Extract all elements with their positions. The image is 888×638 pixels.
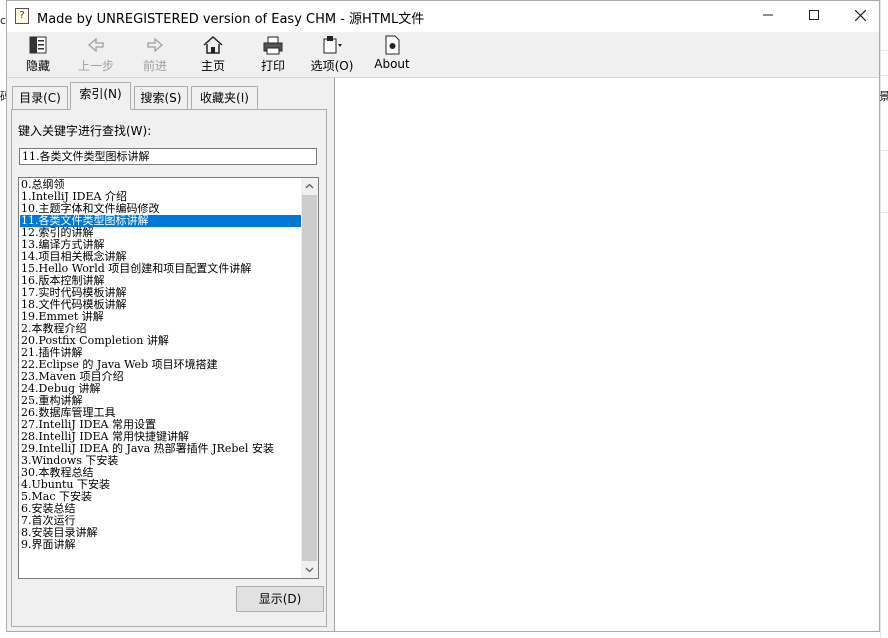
about-button[interactable]: About [370, 34, 414, 74]
index-list-item[interactable]: 13.编译方式讲解 [20, 239, 301, 251]
topic-content-pane[interactable] [334, 78, 879, 631]
options-button[interactable]: 选项(O) [308, 34, 356, 74]
index-list-item[interactable]: 15.Hello World 项目创建和项目配置文件讲解 [20, 263, 301, 275]
home-icon [203, 35, 223, 54]
index-list-item[interactable]: 10.主题字体和文件编码修改 [20, 203, 301, 215]
maximize-button[interactable] [791, 1, 837, 31]
index-list-item[interactable]: 0.总纲领 [20, 179, 301, 191]
about-document-icon [385, 35, 400, 55]
toolbar: 隐藏 上一步 前进 主页 打印 选项(O) About [7, 32, 879, 78]
chevron-down-icon [305, 567, 314, 573]
tab-index[interactable]: 索引(N) [70, 82, 131, 110]
index-list-item[interactable]: 8.安装目录讲解 [20, 527, 301, 539]
forward-button[interactable]: 前进 [135, 34, 175, 74]
background-divider [880, 150, 888, 151]
close-button[interactable] [837, 1, 883, 31]
background-divider [880, 50, 888, 51]
index-listbox[interactable]: 0.总纲领 1.IntelliJ IDEA 介绍 10.主题字体和文件编码修改 11.… [18, 177, 319, 579]
index-list: 0.总纲领 1.IntelliJ IDEA 介绍 10.主题字体和文件编码修改 11.… [20, 179, 301, 551]
back-label: 上一步 [77, 59, 114, 73]
index-list-item[interactable]: 9.界面讲解 [20, 539, 301, 551]
index-list-item[interactable]: 20.Postfix Completion 讲解 [20, 335, 301, 347]
home-label: 主页 [200, 59, 225, 73]
chevron-up-icon [305, 183, 314, 189]
chm-viewer-window: ? Made by UNREGISTERED version of Easy C… [6, 0, 880, 632]
window-title: Made by UNREGISTERED version of Easy CHM… [37, 12, 425, 27]
tab-search[interactable]: 搜索(S) [134, 86, 188, 109]
chm-app-icon: ? [15, 8, 29, 24]
print-button[interactable]: 打印 [253, 34, 293, 74]
index-list-item[interactable]: 24.Debug 讲解 [20, 383, 301, 395]
tab-favorites[interactable]: 收藏夹(I) [191, 86, 258, 109]
index-list-item[interactable]: 4.Ubuntu 下安装 [20, 479, 301, 491]
back-arrow-icon [88, 37, 104, 53]
show-button[interactable]: 显示(D) [236, 586, 324, 612]
title-bar[interactable]: ? Made by UNREGISTERED version of Easy C… [7, 1, 879, 32]
hide-pane-icon [29, 36, 47, 54]
index-list-item[interactable]: 27.IntelliJ IDEA 常用设置 [20, 419, 301, 431]
index-list-item[interactable]: 23.Maven 项目介绍 [20, 371, 301, 383]
index-list-item[interactable]: 30.本教程总结 [20, 467, 301, 479]
index-list-item[interactable]: 26.数据库管理工具 [20, 407, 301, 419]
background-divider [880, 75, 888, 76]
index-list-item[interactable]: 5.Mac 下安装 [20, 491, 301, 503]
options-icon [323, 36, 342, 54]
index-list-item[interactable]: 25.重构讲解 [20, 395, 301, 407]
index-list-item[interactable]: 18.文件代码模板讲解 [20, 299, 301, 311]
navigation-pane: 目录(C) 索引(N) 搜索(S) 收藏夹(I) 键入关键字进行查找(W): 1… [7, 78, 329, 631]
index-tab-panel: 键入关键字进行查找(W): 11.各类文件类型图标讲解 0.总纲领 1.Intel… [11, 109, 327, 627]
index-list-item[interactable]: 16.版本控制讲解 [20, 275, 301, 287]
index-list-item[interactable]: 11.各类文件类型图标讲解 [20, 215, 301, 227]
vertical-scrollbar[interactable] [301, 178, 318, 578]
minimize-icon [763, 14, 773, 16]
index-list-item[interactable]: 14.项目相关概念讲解 [20, 251, 301, 263]
index-list-item[interactable]: 3.Windows 下安装 [20, 455, 301, 467]
hide-label: 隐藏 [25, 59, 50, 73]
index-list-item[interactable]: 7.首次运行 [20, 515, 301, 527]
maximize-icon [809, 10, 819, 20]
index-list-item[interactable]: 22.Eclipse 的 Java Web 项目环境搭建 [20, 359, 301, 371]
tab-contents[interactable]: 目录(C) [12, 86, 68, 109]
forward-arrow-icon [147, 37, 163, 53]
minimize-button[interactable] [745, 1, 791, 31]
index-list-item[interactable]: 28.IntelliJ IDEA 常用快捷键讲解 [20, 431, 301, 443]
index-list-item[interactable]: 29.IntelliJ IDEA 的 Java 热部署插件 JRebel 安装 [20, 443, 301, 455]
close-icon [854, 9, 866, 22]
keyword-label: 键入关键字进行查找(W): [18, 124, 152, 138]
index-list-item[interactable]: 12.索引的讲解 [20, 227, 301, 239]
index-list-item[interactable]: 21.插件讲解 [20, 347, 301, 359]
about-label: About [374, 57, 410, 71]
options-label: 选项(O) [310, 59, 354, 73]
home-button[interactable]: 主页 [193, 34, 233, 74]
printer-icon [263, 36, 283, 55]
index-list-item[interactable]: 6.安装总结 [20, 503, 301, 515]
index-list-item[interactable]: 1.IntelliJ IDEA 介绍 [20, 191, 301, 203]
index-list-item[interactable]: 19.Emmet 讲解 [20, 311, 301, 323]
background-divider [880, 212, 888, 213]
hide-button[interactable]: 隐藏 [19, 34, 57, 74]
background-window-edge: 景 [879, 90, 888, 103]
print-label: 打印 [260, 59, 285, 73]
keyword-input[interactable]: 11.各类文件类型图标讲解 [19, 148, 317, 165]
index-list-item[interactable]: 2.本教程介绍 [20, 323, 301, 335]
back-button[interactable]: 上一步 [73, 34, 119, 74]
scroll-down-button[interactable] [301, 561, 318, 578]
scrollbar-thumb[interactable] [302, 195, 317, 561]
scroll-up-button[interactable] [301, 178, 318, 195]
forward-label: 前进 [142, 59, 167, 73]
index-list-item[interactable]: 17.实时代码模板讲解 [20, 287, 301, 299]
